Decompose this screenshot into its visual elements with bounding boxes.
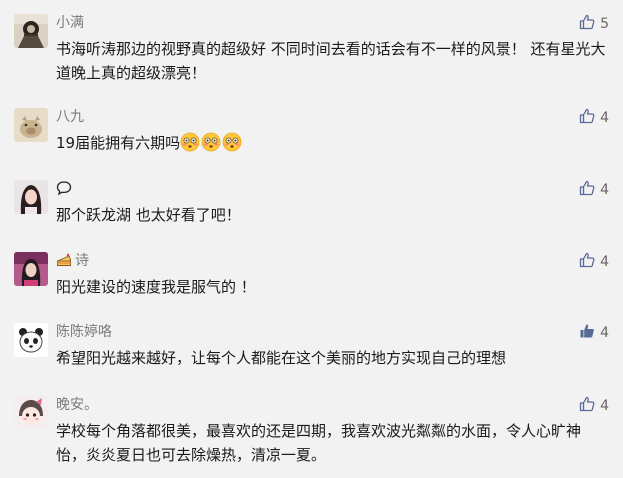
like-count: 4 [600, 398, 609, 414]
flushed-face-emoji [180, 132, 200, 159]
comment-author[interactable]: 八九 [56, 108, 84, 126]
like-button[interactable]: 4 [579, 180, 609, 200]
like-button[interactable]: 4 [579, 323, 609, 343]
comment-text: 希望阳光越来越好，让每个人都能在这个美丽的地方实现自己的理想 [56, 349, 507, 367]
comment-author[interactable]: 诗 [56, 252, 89, 273]
comment-text: 学校每个角落都很美，最喜欢的还是四期，我喜欢波光粼粼的水面，令人心旷神怡，炎炎夏… [56, 422, 582, 464]
like-button[interactable]: 4 [579, 252, 609, 272]
avatar-cartoon-panda[interactable] [14, 323, 48, 357]
comment-author[interactable]: 晚安。 [56, 396, 98, 414]
comment-author[interactable] [56, 180, 75, 201]
flushed-face-emoji [201, 132, 221, 159]
like-count: 4 [600, 110, 609, 126]
avatar-woman-pink[interactable] [14, 252, 48, 286]
like-count: 5 [600, 16, 609, 32]
comment-text: 书海听涛那边的视野真的超级好 不同时间去看的话会有不一样的风景！ 还有星光大道晚… [56, 40, 606, 82]
like-button[interactable]: 5 [579, 14, 609, 34]
avatar-cartoon-girl[interactable] [14, 396, 48, 430]
avatar-girl-photo[interactable] [14, 180, 48, 214]
like-button[interactable]: 4 [579, 108, 609, 128]
comment-text: 阳光建设的速度我是服气的 ！ [56, 278, 256, 296]
avatar-ink-portrait[interactable] [14, 14, 48, 48]
thumbs-up-icon [579, 108, 595, 128]
thumbs-up-icon [579, 180, 595, 200]
cake-icon [56, 252, 72, 273]
comment-author[interactable]: 陈陈婷咯 [56, 323, 112, 341]
like-button[interactable]: 4 [579, 396, 609, 416]
like-count: 4 [600, 182, 609, 198]
comment-text: 19届能拥有六期吗 [56, 131, 608, 159]
avatar-cartoon-pig[interactable] [14, 108, 48, 142]
comment-text: 那个跃龙湖 也太好看了吧！ [56, 206, 241, 224]
thumbs-up-icon [579, 252, 595, 272]
flushed-face-emoji [222, 132, 242, 159]
speech-bubble-icon [56, 180, 72, 201]
thumbs-up-filled-icon [579, 323, 595, 343]
thumbs-up-icon [579, 396, 595, 416]
like-count: 4 [600, 254, 609, 270]
like-count: 4 [600, 325, 609, 341]
thumbs-up-icon [579, 14, 595, 34]
comment-author[interactable]: 小满 [56, 14, 84, 32]
